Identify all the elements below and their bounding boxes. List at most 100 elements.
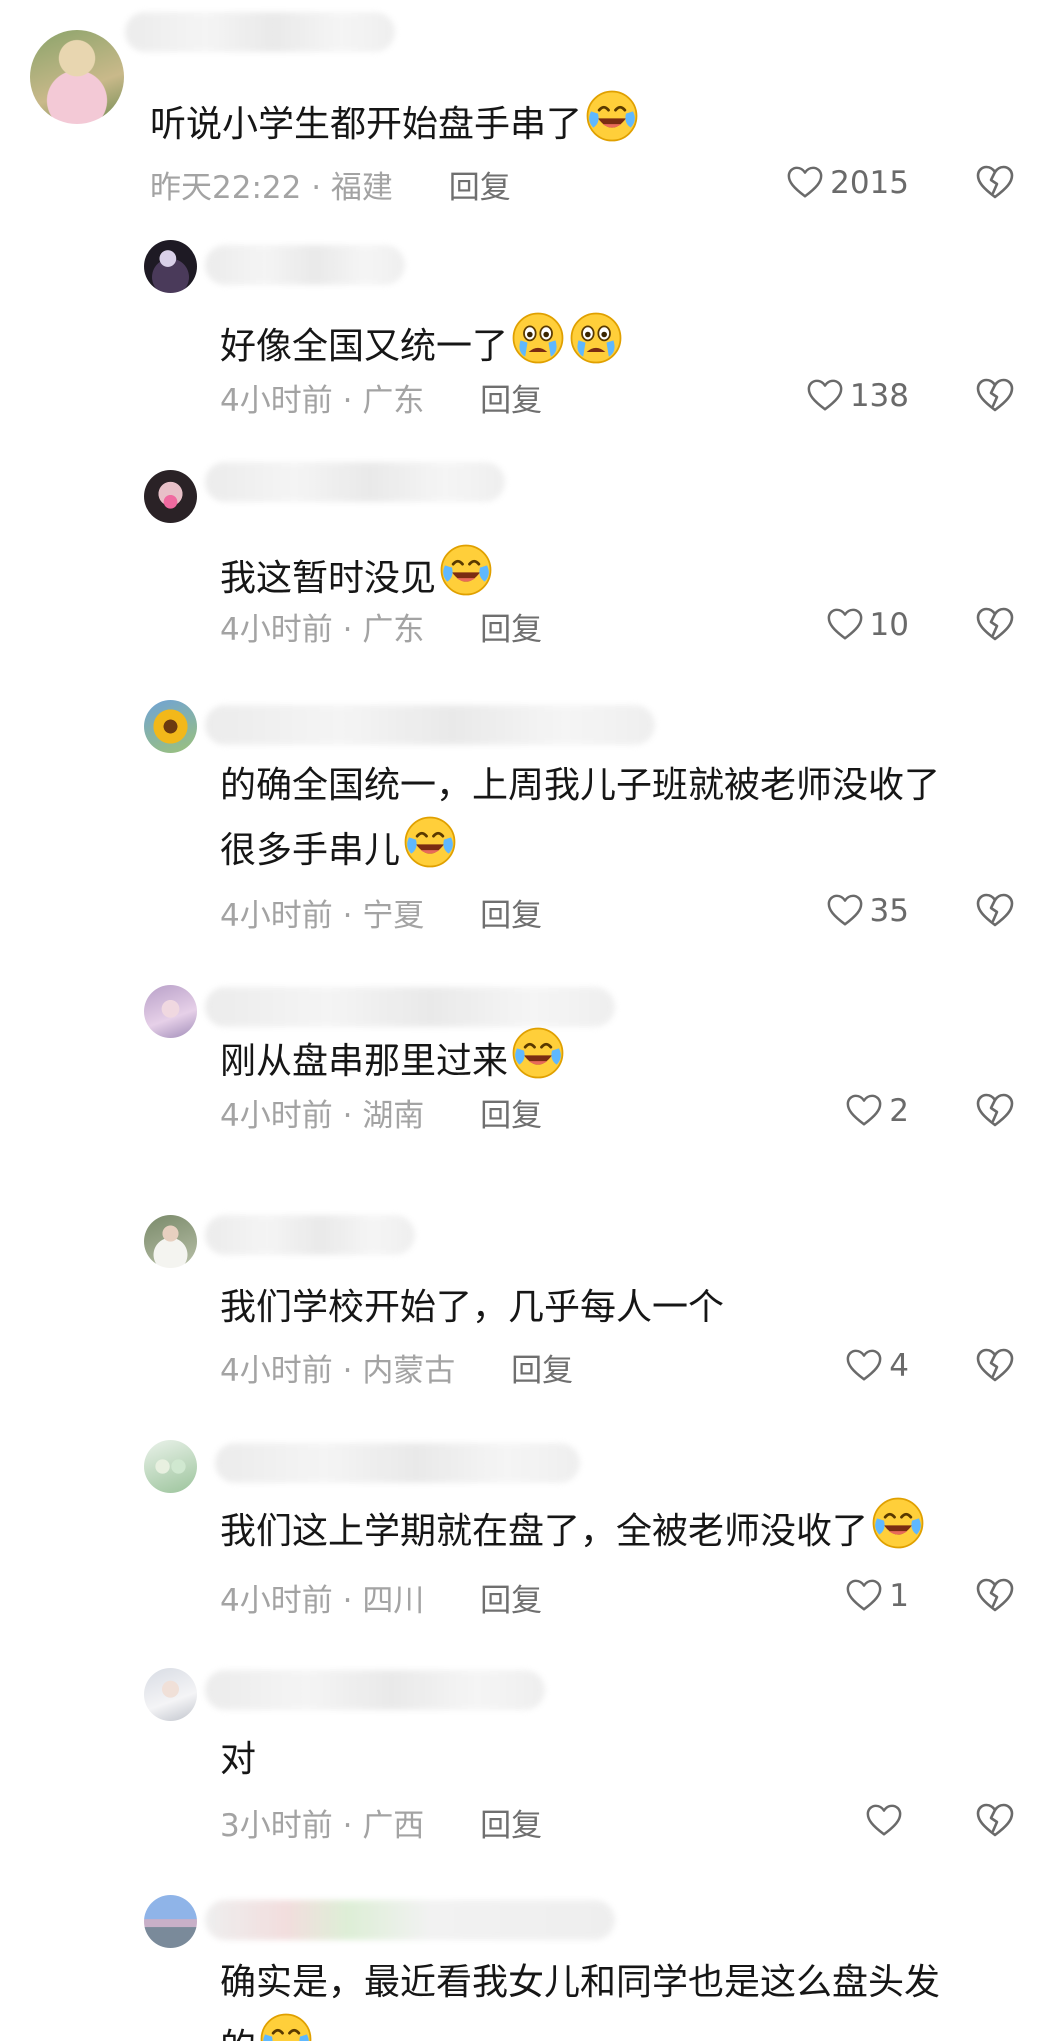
reply-button[interactable]: 回复 <box>449 170 511 206</box>
reply-button[interactable]: 回复 <box>480 1098 542 1134</box>
broken-heart-icon[interactable] <box>975 1801 1015 1841</box>
username-blurred[interactable] <box>205 1670 545 1710</box>
comment-location: 内蒙古 <box>362 1353 456 1389</box>
avatar[interactable] <box>144 1440 197 1493</box>
username-blurred[interactable] <box>205 1900 615 1940</box>
comment-text: 确实是，最近看我女儿和同学也是这么盘头发 的 <box>220 1955 940 2041</box>
avatar[interactable] <box>144 470 197 523</box>
like-button[interactable]: 4 <box>845 1344 909 1388</box>
heart-outline-icon <box>806 377 844 415</box>
comment-text-line: 我们学校开始了，几乎每人一个 <box>220 1287 725 1328</box>
comment-item: 我们学校开始了，几乎每人一个 4小时前 · 内蒙古 回复 4 <box>0 1205 1041 1395</box>
broken-heart-icon[interactable] <box>975 1091 1015 1131</box>
comment-text-line: 对 <box>220 1739 257 1780</box>
broken-heart-icon[interactable] <box>975 891 1015 931</box>
comment-meta: 4小时前 · 广东 回复 <box>220 375 542 420</box>
comment-text-line: 很多手串儿 <box>220 830 401 871</box>
username-blurred[interactable] <box>205 1215 415 1255</box>
comment-text-line: 听说小学生都开始盘手串了 <box>150 104 583 145</box>
grinning-tears-emoji <box>258 2011 314 2041</box>
comment-text: 听说小学生都开始盘手串了 <box>150 88 640 153</box>
comment-location: 宁夏 <box>362 898 425 934</box>
comment-meta: 4小时前 · 广东 回复 <box>220 604 542 649</box>
comment-item: 我们这上学期就在盘了，全被老师没收了 4小时前 · 四川 回复 1 <box>0 1435 1041 1635</box>
comment-text-line: 的确全国统一，上周我儿子班就被老师没收了 <box>220 765 941 806</box>
comment-meta: 3小时前 · 广西 回复 <box>220 1800 542 1845</box>
comment-location: 福建 <box>330 170 393 206</box>
like-count: 138 <box>849 378 909 414</box>
reply-button[interactable]: 回复 <box>480 898 542 934</box>
grinning-tears-emoji <box>510 1025 566 1081</box>
comment-item: 对 3小时前 · 广西 回复 <box>0 1665 1041 1855</box>
avatar[interactable] <box>144 1895 197 1948</box>
avatar[interactable] <box>144 985 197 1038</box>
like-count: 2015 <box>830 165 909 201</box>
meta-separator: · <box>342 1353 353 1389</box>
heart-outline-icon <box>826 606 864 644</box>
like-button[interactable]: 35 <box>826 889 909 933</box>
like-count: 2 <box>889 1093 909 1129</box>
reply-button[interactable]: 回复 <box>480 383 542 419</box>
heart-outline-icon <box>865 1802 903 1840</box>
comment-meta: 4小时前 · 内蒙古 回复 <box>220 1345 573 1390</box>
heart-outline-icon <box>845 1347 883 1385</box>
reply-button[interactable]: 回复 <box>511 1353 573 1389</box>
username-blurred[interactable] <box>205 705 655 745</box>
username-blurred[interactable] <box>215 1443 580 1483</box>
comment-meta: 昨天22:22 · 福建 回复 <box>150 162 511 207</box>
comment-text: 好像全国又统一了 <box>220 310 624 375</box>
comment-text: 我们这上学期就在盘了，全被老师没收了 <box>220 1495 926 1560</box>
reply-button[interactable]: 回复 <box>480 1808 542 1844</box>
comment-text-line: 我们这上学期就在盘了，全被老师没收了 <box>220 1511 869 1552</box>
comment-time: 4小时前 <box>220 1583 333 1619</box>
comment-time: 4小时前 <box>220 612 333 648</box>
like-button[interactable]: 10 <box>826 603 909 647</box>
avatar[interactable] <box>144 1215 197 1268</box>
comment-location: 广东 <box>362 383 425 419</box>
comment-time: 3小时前 <box>220 1808 333 1844</box>
username-blurred[interactable] <box>205 245 405 285</box>
comment-time: 昨天22:22 <box>150 170 302 206</box>
avatar[interactable] <box>144 700 197 753</box>
comment-text-line: 刚从盘串那里过来 <box>220 1041 509 1082</box>
comment-meta: 4小时前 · 湖南 回复 <box>220 1090 542 1135</box>
username-blurred[interactable] <box>125 12 395 52</box>
avatar[interactable] <box>30 30 124 124</box>
like-button[interactable]: 138 <box>806 374 909 418</box>
like-button[interactable]: 1 <box>845 1574 909 1618</box>
heart-outline-icon <box>786 164 824 202</box>
grinning-tears-emoji <box>438 542 494 598</box>
comment-time: 4小时前 <box>220 383 333 419</box>
comment-time: 4小时前 <box>220 898 333 934</box>
comment-location: 广西 <box>362 1808 425 1844</box>
avatar[interactable] <box>144 240 197 293</box>
username-blurred[interactable] <box>205 462 505 502</box>
broken-heart-icon[interactable] <box>975 605 1015 645</box>
comment-item: 我这暂时没见 4小时前 · 广东 回复 10 <box>0 460 1041 680</box>
comment-text: 对 <box>220 1732 256 1788</box>
comment-item: 听说小学生都开始盘手串了 昨天22:22 · 福建 回复 2015 <box>0 0 1041 210</box>
broken-heart-icon[interactable] <box>975 1346 1015 1386</box>
broken-heart-icon[interactable] <box>975 376 1015 416</box>
like-count: 10 <box>869 607 909 643</box>
heart-outline-icon <box>845 1092 883 1130</box>
meta-separator: · <box>342 898 353 934</box>
like-button[interactable]: 2 <box>845 1089 909 1133</box>
crying-face-emoji <box>510 310 566 366</box>
heart-outline-icon <box>845 1577 883 1615</box>
reply-button[interactable]: 回复 <box>480 612 542 648</box>
comment-text-line: 确实是，最近看我女儿和同学也是这么盘头发 <box>220 1962 941 2003</box>
username-blurred[interactable] <box>205 987 615 1027</box>
avatar[interactable] <box>144 1668 197 1721</box>
broken-heart-icon[interactable] <box>975 163 1015 203</box>
meta-separator: · <box>342 1808 353 1844</box>
reply-button[interactable]: 回复 <box>480 1583 542 1619</box>
meta-separator: · <box>342 1583 353 1619</box>
like-count: 1 <box>889 1578 909 1614</box>
comment-text: 的确全国统一，上周我儿子班就被老师没收了 很多手串儿 <box>220 758 940 879</box>
comment-text: 我们学校开始了，几乎每人一个 <box>220 1280 724 1336</box>
like-button[interactable] <box>865 1799 909 1843</box>
broken-heart-icon[interactable] <box>975 1576 1015 1616</box>
like-button[interactable]: 2015 <box>786 161 909 205</box>
comment-text-line: 好像全国又统一了 <box>220 326 509 367</box>
